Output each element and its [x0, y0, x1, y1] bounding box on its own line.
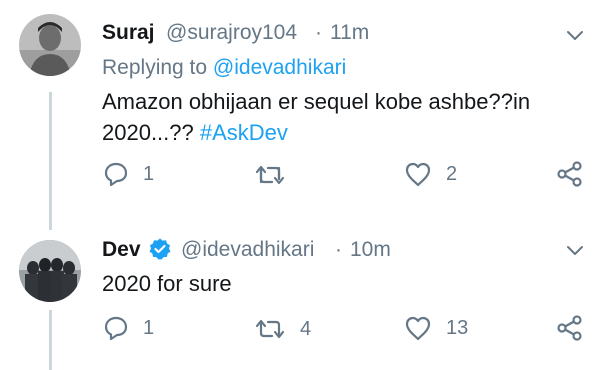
chevron-down-icon[interactable]	[566, 245, 584, 257]
like-icon	[405, 162, 431, 187]
retweet-icon	[255, 319, 285, 339]
share-icon	[557, 161, 582, 187]
tweet-text-line1: Amazon obhijaan er sequel kobe ashbe??in	[102, 89, 531, 114]
share-button[interactable]	[556, 315, 584, 341]
like-button[interactable]: 13	[404, 315, 468, 341]
hashtag-link[interactable]: #AskDev	[200, 120, 288, 145]
user-handle[interactable]: @idevadhikari	[181, 238, 314, 262]
retweet-button[interactable]	[254, 163, 300, 187]
reply-button[interactable]: 1	[103, 161, 154, 187]
replying-to-prefix: Replying to	[102, 56, 208, 79]
share-button[interactable]	[556, 161, 584, 187]
share-icon	[557, 315, 582, 341]
timestamp[interactable]: 10m	[350, 238, 391, 262]
retweet-button[interactable]: 4	[254, 317, 311, 341]
tweet-text-line2: 2020...?? #AskDev	[102, 117, 562, 148]
thread-line-bottom	[49, 310, 52, 370]
avatar[interactable]	[19, 240, 81, 302]
user-handle[interactable]: @surajroy104	[166, 21, 297, 45]
reply-button[interactable]: 1	[103, 315, 154, 341]
tweet-text: 2020 for sure	[102, 271, 232, 296]
tweet-text: Amazon obhijaan er sequel kobe ashbe??in…	[102, 86, 562, 148]
reply-count: 1	[143, 162, 155, 185]
verified-badge-icon	[149, 238, 171, 260]
reply-count: 1	[143, 316, 155, 339]
retweet-count: 4	[300, 317, 312, 340]
timestamp[interactable]: 11m	[330, 21, 369, 45]
separator-dot: ·	[335, 238, 342, 261]
like-button[interactable]: 2	[404, 161, 457, 187]
retweet-icon	[255, 165, 285, 185]
replying-to: Replying to @idevadhikari	[102, 56, 346, 80]
avatar[interactable]	[19, 14, 81, 76]
reply-icon	[104, 162, 128, 187]
like-count: 13	[446, 316, 469, 339]
display-name[interactable]: Suraj	[102, 21, 155, 45]
tweet-text-line2-plain: 2020...??	[102, 120, 194, 145]
reply-icon	[104, 316, 128, 341]
display-name[interactable]: Dev	[102, 238, 141, 262]
separator-dot: ·	[315, 21, 322, 44]
like-count: 2	[446, 162, 458, 185]
chevron-down-icon[interactable]	[566, 30, 584, 42]
replying-to-handle[interactable]: @idevadhikari	[213, 56, 346, 79]
thread-line-top	[49, 92, 52, 230]
like-icon	[405, 316, 431, 341]
